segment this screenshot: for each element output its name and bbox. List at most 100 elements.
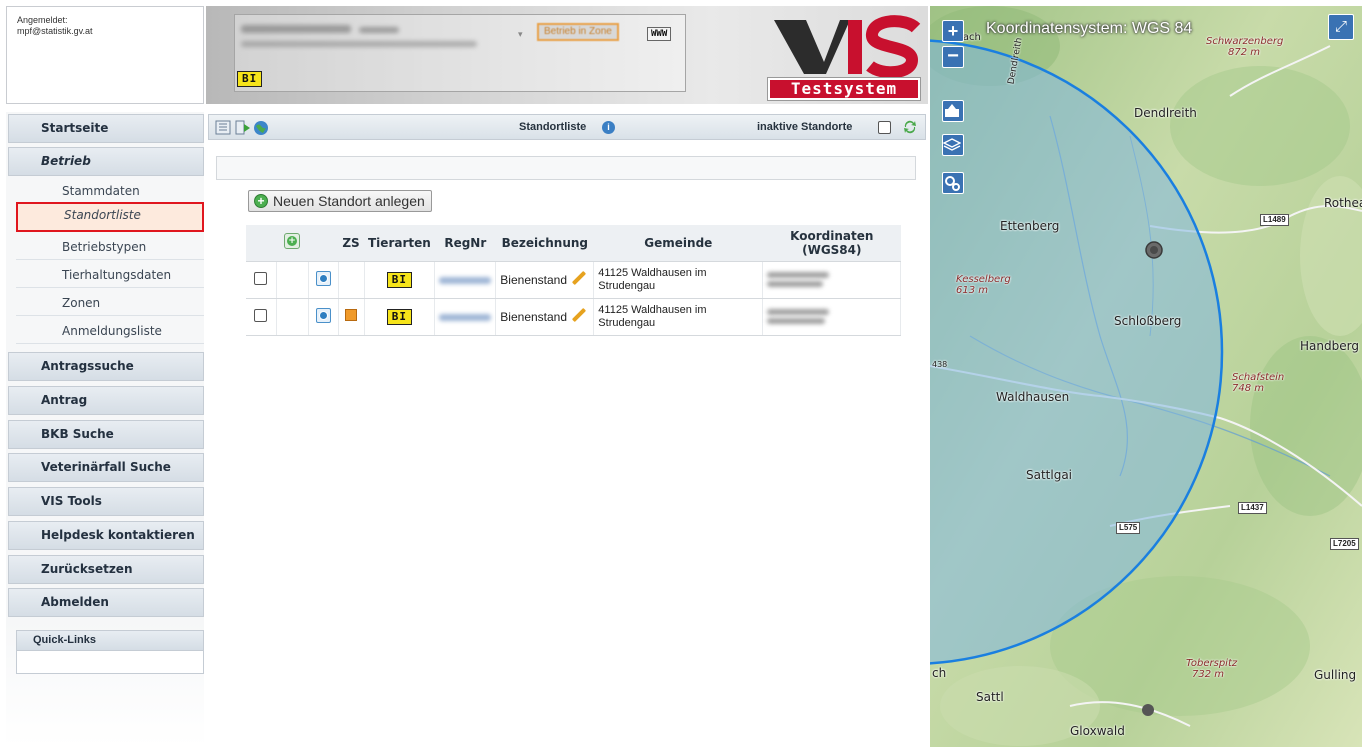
gemeinde-text: 41125 Waldhausen im Strudengau (598, 303, 707, 329)
row-zs-cell (338, 261, 365, 299)
header-banner: ▾ Betrieb in Zone WWW BI Testsystem (206, 6, 928, 104)
row-locate-cell (308, 298, 339, 336)
map-label-waldhausen: Waldhausen (996, 390, 1070, 404)
vis-logo: Testsystem (766, 12, 922, 101)
regnr-blurred[interactable] (439, 276, 492, 284)
layers-button[interactable] (942, 134, 964, 156)
nav-abmelden[interactable]: Abmelden (8, 588, 204, 617)
plus-icon: + (254, 194, 268, 208)
expand-icon: ⤢ (1334, 18, 1347, 35)
pencil-icon[interactable] (571, 271, 587, 286)
zone-button[interactable]: Betrieb in Zone (537, 23, 619, 41)
row-locate-cell (308, 261, 339, 299)
nav-veterinaerfall-suche[interactable]: Veterinärfall Suche (8, 453, 204, 482)
row-gemeinde-cell: 41125 Waldhausen im Strudengau (593, 261, 764, 299)
nav-startseite[interactable]: Startseite (8, 114, 204, 143)
add-row-icon[interactable]: + (284, 233, 300, 250)
quick-links-title[interactable]: Quick-Links (17, 631, 203, 651)
nav-zuruecksetzen[interactable]: Zurücksetzen (8, 555, 204, 584)
road-badge-l7205: L7205 (1330, 538, 1359, 550)
settings-button[interactable] (942, 172, 964, 194)
nav-anmeldungsliste[interactable]: Anmeldungsliste (16, 318, 204, 344)
locate-layer-button[interactable] (942, 100, 964, 122)
inactive-standorte-checkbox[interactable] (878, 121, 891, 134)
globe-icon[interactable] (253, 120, 269, 135)
bi-badge: BI (386, 308, 413, 325)
map-label-schlossberg: Schloßberg (1114, 314, 1182, 328)
zoom-out-button[interactable]: − (942, 46, 964, 68)
expand-map-button[interactable]: ⤢ (1328, 14, 1354, 40)
road-badge-l575: L575 (1116, 522, 1141, 534)
table-row: BI Bienenstand 41125 Waldhausen im Strud… (246, 261, 902, 299)
www-button[interactable]: WWW (647, 27, 672, 41)
betrieb-dropdown-arrow[interactable]: ▾ (518, 29, 523, 40)
nav-stammdaten[interactable]: Stammdaten (16, 178, 204, 204)
row-add-cell (276, 261, 309, 299)
nav-tierhaltungsdaten[interactable]: Tierhaltungsdaten (16, 262, 204, 288)
betrieb-info-box: ▾ Betrieb in Zone WWW BI (234, 14, 686, 92)
nav-antrag[interactable]: Antrag (8, 386, 204, 415)
road-badge-l1437: L1437 (1238, 502, 1267, 514)
list-toolbar: Standortliste i inaktive Standorte (208, 114, 926, 140)
koordinaten-laenge-blurred (767, 281, 824, 287)
map-label-dendlreith: Dendlreith (1134, 106, 1197, 120)
pencil-icon[interactable] (571, 308, 587, 323)
map-label-schwarzenberg: Schwarzenberg 872 m (1206, 36, 1284, 58)
map-label-ettenberg: Ettenberg (1000, 219, 1060, 233)
col-koordinaten: Koordinaten (WGS84) (762, 225, 901, 262)
info-icon[interactable]: i (602, 121, 615, 134)
vis-logo-graphic (774, 15, 921, 78)
nav-helpdesk[interactable]: Helpdesk kontaktieren (8, 521, 204, 550)
regnr-blurred[interactable] (439, 313, 492, 321)
map-label-handberg: Handberg (1300, 339, 1359, 353)
nav-betrieb[interactable]: Betrieb (8, 147, 204, 176)
nav-antragssuche[interactable]: Antragssuche (8, 352, 204, 381)
standort-table: + ZS Tierarten RegNr Bezeichnung Gemeind… (246, 225, 902, 336)
betrieb-name-blurred (241, 25, 351, 33)
row-tierarten-cell: BI (364, 298, 436, 336)
zoom-in-button[interactable]: + (942, 20, 964, 42)
nav-zonen[interactable]: Zonen (16, 290, 204, 316)
map-label-rothea: Rothea (1324, 196, 1362, 210)
row-koordinaten-cell (762, 261, 902, 299)
map-label-438: 438 (932, 360, 948, 369)
gemeinde-text: 41125 Waldhausen im Strudengau (598, 266, 707, 292)
row-checkbox[interactable] (254, 308, 268, 322)
login-label: Angemeldet: (17, 15, 68, 25)
nav-betriebstypen[interactable]: Betriebstypen (16, 234, 204, 260)
map-label-schafstein: Schafstein 748 m (1232, 372, 1285, 394)
map-location-icon (945, 104, 959, 117)
row-zs-cell (338, 298, 365, 336)
locate-icon[interactable] (315, 307, 331, 323)
standort-marker-2 (1142, 704, 1154, 716)
species-badge: BI (237, 71, 263, 87)
map-label-kesselberg: Kesselberg 613 m (956, 274, 1011, 296)
row-tierarten-cell: BI (364, 261, 436, 299)
testsystem-badge: Testsystem (767, 77, 921, 101)
nav-bkb-suche[interactable]: BKB Suche (8, 420, 204, 449)
map-label-ch: ch (932, 666, 947, 680)
row-regnr-cell (434, 298, 497, 336)
locate-icon[interactable] (315, 270, 331, 286)
nav-standortliste[interactable]: Standortliste (16, 202, 204, 232)
inactive-standorte-label: inaktive Standorte (757, 121, 853, 133)
gear-icon (945, 176, 960, 191)
toolbar-title: Standortliste (519, 121, 587, 133)
map-panel[interactable]: Dendlreith Rothea Ettenberg Kesselberg 61… (930, 6, 1362, 747)
login-info: Angemeldet: mpf@statistik.gv.at (6, 6, 204, 104)
list-view-icon[interactable] (215, 120, 231, 135)
row-bezeichnung-cell: Bienenstand (495, 261, 595, 299)
nav-vis-tools[interactable]: VIS Tools (8, 487, 204, 516)
row-select-cell (246, 261, 277, 299)
new-standort-label: Neuen Standort anlegen (273, 193, 425, 209)
zs-marker (345, 309, 357, 321)
col-select (246, 225, 276, 262)
new-standort-button[interactable]: + Neuen Standort anlegen (248, 190, 432, 212)
bezeichnung-text: Bienenstand (500, 272, 568, 287)
export-icon[interactable] (235, 120, 251, 135)
row-checkbox[interactable] (254, 271, 268, 285)
col-locate (308, 225, 338, 262)
col-regnr: RegNr (434, 225, 496, 262)
refresh-icon[interactable] (902, 119, 918, 135)
row-add-cell (276, 298, 309, 336)
